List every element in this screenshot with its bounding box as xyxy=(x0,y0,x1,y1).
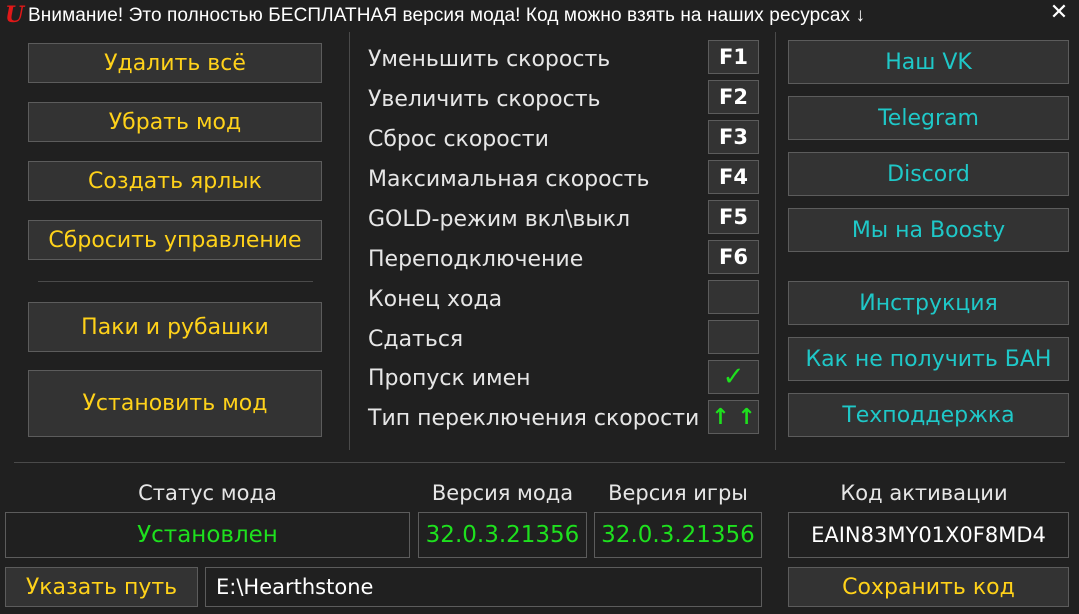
hotkey-label-reset-speed: Сброс скорости xyxy=(368,127,549,152)
discord-link-button[interactable]: Discord xyxy=(788,152,1069,196)
hotkey-label-increase-speed: Увеличить скорость xyxy=(368,87,601,112)
status-label: Статус мода xyxy=(138,481,277,505)
hotkey-key-end-turn[interactable] xyxy=(708,280,759,314)
hotkey-label-max-speed: Максимальная скорость xyxy=(368,167,650,192)
status-value: Установлен xyxy=(5,512,410,558)
hotkey-key-increase-speed[interactable]: F2 xyxy=(708,80,759,114)
right-vertical-divider xyxy=(775,32,776,450)
hotkey-key-max-speed[interactable]: F4 xyxy=(708,160,759,194)
game-version-label: Версия игры xyxy=(608,481,748,505)
hotkey-key-decrease-speed[interactable]: F1 xyxy=(708,40,759,74)
packs-shirts-button[interactable]: Паки и рубашки xyxy=(28,302,322,352)
hotkey-key-concede[interactable] xyxy=(708,320,759,354)
support-button[interactable]: Техподдержка xyxy=(788,393,1069,437)
boosty-link-button[interactable]: Мы на Boosty xyxy=(788,208,1069,252)
window-title: Внимание! Это полностью БЕСПЛАТНАЯ верси… xyxy=(28,5,866,26)
mod-version-label: Версия мода xyxy=(431,481,574,505)
activation-code-label: Код активации xyxy=(840,481,1008,505)
left-divider xyxy=(38,281,313,282)
no-ban-button[interactable]: Как не получить БАН xyxy=(788,337,1069,381)
skip-names-checkbox[interactable]: ✓ xyxy=(708,360,759,394)
install-mod-button[interactable]: Установить мод xyxy=(28,370,322,437)
vk-link-button[interactable]: Наш VK xyxy=(788,40,1069,84)
instruction-button[interactable]: Инструкция xyxy=(788,281,1069,325)
hotkey-label-skip-names: Пропуск имен xyxy=(368,366,531,391)
remove-mod-button[interactable]: Убрать мод xyxy=(28,102,322,142)
create-shortcut-button[interactable]: Создать ярлык xyxy=(28,161,322,201)
hotkey-label-decrease-speed: Уменьшить скорость xyxy=(368,47,611,72)
bottom-divider xyxy=(14,462,1065,463)
hotkey-key-reconnect[interactable]: F6 xyxy=(708,240,759,274)
app-logo-icon: U xyxy=(5,2,25,28)
speed-switch-type-toggle[interactable]: ↑ ↑ xyxy=(708,400,759,434)
close-icon[interactable]: ✕ xyxy=(1046,2,1072,26)
save-code-button[interactable]: Сохранить код xyxy=(788,567,1069,607)
hotkey-label-end-turn: Конец хода xyxy=(368,287,503,312)
telegram-link-button[interactable]: Telegram xyxy=(788,96,1069,140)
hotkey-label-concede: Сдаться xyxy=(368,327,464,352)
hotkey-label-gold-mode: GOLD-режим вкл\выкл xyxy=(368,207,631,232)
path-input[interactable]: E:\Hearthstone xyxy=(205,567,762,607)
hotkey-key-reset-speed[interactable]: F3 xyxy=(708,120,759,154)
reset-controls-button[interactable]: Сбросить управление xyxy=(28,220,322,260)
game-version-value: 32.0.3.21356 xyxy=(594,512,762,558)
hotkey-key-gold-mode[interactable]: F5 xyxy=(708,200,759,234)
left-vertical-divider xyxy=(349,32,350,450)
hotkey-label-speed-switch-type: Тип переключения скорости xyxy=(368,406,700,431)
mod-version-value: 32.0.3.21356 xyxy=(418,512,587,558)
activation-code-field[interactable]: EAIN83MY01X0F8MD4 xyxy=(788,512,1069,558)
set-path-button[interactable]: Указать путь xyxy=(5,567,198,607)
delete-all-button[interactable]: Удалить всё xyxy=(28,43,322,83)
hotkey-label-reconnect: Переподключение xyxy=(368,247,584,272)
